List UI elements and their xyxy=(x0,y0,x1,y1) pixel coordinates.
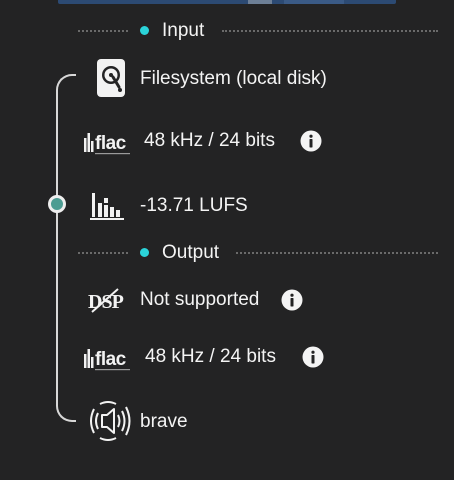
output-bullet-icon xyxy=(140,248,149,257)
info-icon[interactable] xyxy=(302,346,324,368)
input-header-label: Input xyxy=(162,20,205,41)
svg-text:flac: flac xyxy=(95,133,127,154)
loudness-bars-icon xyxy=(90,189,126,226)
input-section-header: Input xyxy=(0,19,454,43)
input-source-row: Filesystem (local disk) xyxy=(0,58,454,98)
info-icon[interactable] xyxy=(300,130,322,152)
flac-logo-icon: flac xyxy=(84,130,132,161)
flac-logo-icon: flac xyxy=(84,346,132,377)
header-dots-right xyxy=(236,252,438,254)
dsp-disabled-icon: DSP xyxy=(88,288,130,319)
input-format-label: 48 kHz / 24 bits xyxy=(144,130,275,151)
svg-text:flac: flac xyxy=(95,349,127,370)
header-dots-right xyxy=(222,30,438,32)
output-device-row: brave xyxy=(0,400,454,441)
hard-disk-icon xyxy=(96,58,126,103)
output-device-label: brave xyxy=(140,411,188,432)
album-art-edge xyxy=(58,0,396,4)
input-source-label: Filesystem (local disk) xyxy=(140,68,327,89)
output-format-row: flac 48 kHz / 24 bits xyxy=(0,337,454,377)
header-dots-left xyxy=(78,30,128,32)
output-section-header: Output xyxy=(0,241,454,265)
loudness-label: -13.71 LUFS xyxy=(140,195,248,216)
loudness-row: -13.71 LUFS xyxy=(0,185,454,225)
speaker-icon xyxy=(88,399,134,448)
output-format-label: 48 kHz / 24 bits xyxy=(145,346,276,367)
output-header-label: Output xyxy=(162,242,220,263)
header-dots-left xyxy=(78,252,128,254)
info-icon[interactable] xyxy=(281,289,303,311)
dsp-label: Not supported xyxy=(140,289,260,310)
input-bullet-icon xyxy=(140,26,149,35)
input-format-row: flac 48 kHz / 24 bits xyxy=(0,121,454,161)
dsp-row: DSP Not supported xyxy=(0,280,454,320)
